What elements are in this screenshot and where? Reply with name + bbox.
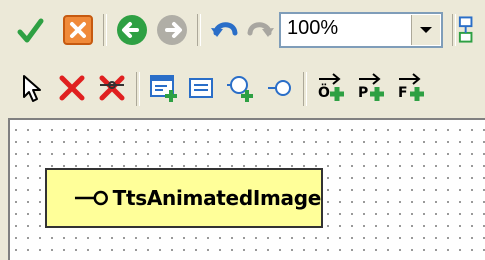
back-icon	[117, 15, 147, 45]
interface-lollipop-icon	[74, 190, 108, 206]
accept-icon	[17, 18, 44, 43]
select-tool-button[interactable]	[10, 68, 50, 108]
form-button[interactable]	[181, 68, 221, 108]
design-toolbar: Ö P F	[0, 60, 485, 118]
cancel-icon	[63, 15, 93, 45]
add-form-button[interactable]	[143, 68, 183, 108]
form-icon	[189, 78, 213, 98]
forward-icon	[157, 15, 187, 45]
delete-link-button[interactable]	[92, 68, 132, 108]
interface-button[interactable]	[260, 68, 300, 108]
interface-icon	[268, 80, 291, 96]
forward-button[interactable]	[152, 10, 192, 50]
svg-text:P: P	[358, 85, 368, 101]
add-property-button[interactable]: P	[352, 68, 392, 108]
add-interface-icon	[227, 76, 253, 102]
add-event-button[interactable]: F	[392, 68, 432, 108]
undo-icon	[211, 22, 238, 37]
component-box[interactable]: TtsAnimatedImage	[45, 168, 323, 228]
add-form-icon	[150, 75, 177, 102]
back-button[interactable]	[112, 10, 152, 50]
redo-icon	[247, 22, 274, 37]
add-event-icon: F	[398, 73, 424, 101]
add-interface-button[interactable]	[221, 68, 261, 108]
svg-text:Ö: Ö	[318, 83, 330, 101]
main-toolbar: 100%	[0, 0, 485, 61]
accept-button[interactable]	[10, 10, 50, 50]
structure-button[interactable]	[456, 10, 485, 50]
add-property-icon: P	[358, 73, 384, 101]
zoom-value: 100%	[287, 17, 339, 39]
add-method-button[interactable]: Ö	[312, 68, 352, 108]
select-pointer-icon	[23, 75, 41, 102]
zoom-dropdown-button[interactable]	[411, 15, 440, 45]
delete-button[interactable]	[52, 68, 92, 108]
zoom-select[interactable]: 100%	[279, 12, 443, 48]
delete-link-icon	[99, 75, 125, 101]
delete-icon	[59, 75, 85, 101]
cancel-button[interactable]	[58, 10, 98, 50]
component-name: TtsAnimatedImage	[112, 186, 322, 210]
redo-button[interactable]	[240, 10, 280, 50]
chevron-down-icon	[420, 27, 432, 33]
add-method-icon: Ö	[318, 73, 344, 101]
undo-button[interactable]	[205, 10, 245, 50]
structure-icon	[458, 16, 473, 43]
svg-text:F: F	[398, 85, 408, 101]
